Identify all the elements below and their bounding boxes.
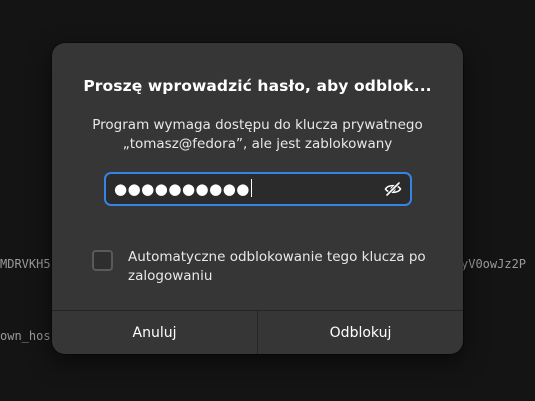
- dialog-title: Proszę wprowadzić hasło, aby odblok...: [83, 77, 432, 95]
- unlock-key-dialog: Proszę wprowadzić hasło, aby odblok... P…: [52, 43, 463, 354]
- password-masked-value: ●●●●●●●●●●: [114, 179, 253, 199]
- dialog-button-row: Anuluj Odblokuj: [52, 310, 463, 354]
- eye-slash-icon[interactable]: [384, 180, 402, 198]
- terminal-text-fragment: MDRVKH5: [0, 257, 51, 271]
- terminal-text-fragment: yV0owJz2P: [461, 257, 527, 271]
- dialog-message: Program wymaga dostępu do klucza prywatn…: [52, 116, 463, 154]
- dialog-message-line: Program wymaga dostępu do klucza prywatn…: [92, 117, 423, 133]
- terminal-text-fragment: own_hos: [0, 329, 51, 343]
- auto-unlock-checkbox[interactable]: [92, 250, 113, 271]
- unlock-button[interactable]: Odblokuj: [258, 311, 463, 354]
- password-dots: ●●●●●●●●●●: [114, 180, 250, 198]
- password-input[interactable]: ●●●●●●●●●●: [104, 172, 412, 206]
- dialog-message-line: „tomasz@fedora”, ale jest zablokowany: [122, 136, 393, 152]
- auto-unlock-label[interactable]: Automatyczne odblokowanie tego klucza po…: [128, 248, 428, 286]
- text-caret: [250, 179, 253, 197]
- cancel-button[interactable]: Anuluj: [52, 311, 257, 354]
